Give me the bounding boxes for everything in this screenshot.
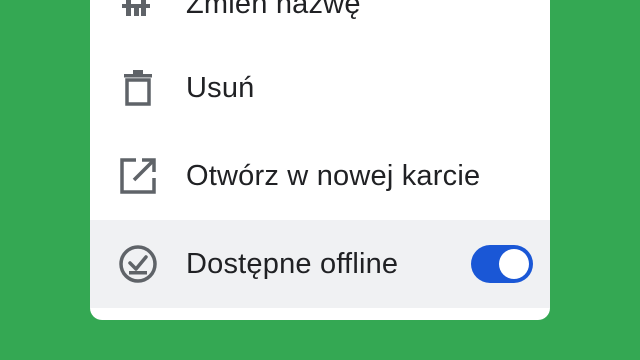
screen: Zmień nazwę Usuń Otwórz w nowej karcie D… [0, 0, 640, 360]
open-in-new-icon [116, 154, 160, 198]
menu-item-label: Dostępne offline [186, 247, 399, 280]
menu-item-open-new-tab[interactable]: Otwórz w nowej karcie [90, 132, 550, 220]
menu-item-label: Zmień nazwę [186, 0, 361, 20]
menu-item-label: Usuń [186, 71, 255, 104]
menu-item-delete[interactable]: Usuń [90, 44, 550, 132]
offline-toggle[interactable] [471, 245, 533, 283]
menu-item-rename[interactable]: Zmień nazwę [90, 0, 550, 48]
menu-item-available-offline[interactable]: Dostępne offline [90, 220, 550, 308]
trash-icon [116, 66, 160, 110]
context-menu: Zmień nazwę Usuń Otwórz w nowej karcie D… [90, 0, 550, 320]
rename-icon [116, 0, 160, 26]
toggle-knob [499, 249, 529, 279]
offline-check-icon [116, 242, 160, 286]
menu-item-label: Otwórz w nowej karcie [186, 159, 481, 192]
